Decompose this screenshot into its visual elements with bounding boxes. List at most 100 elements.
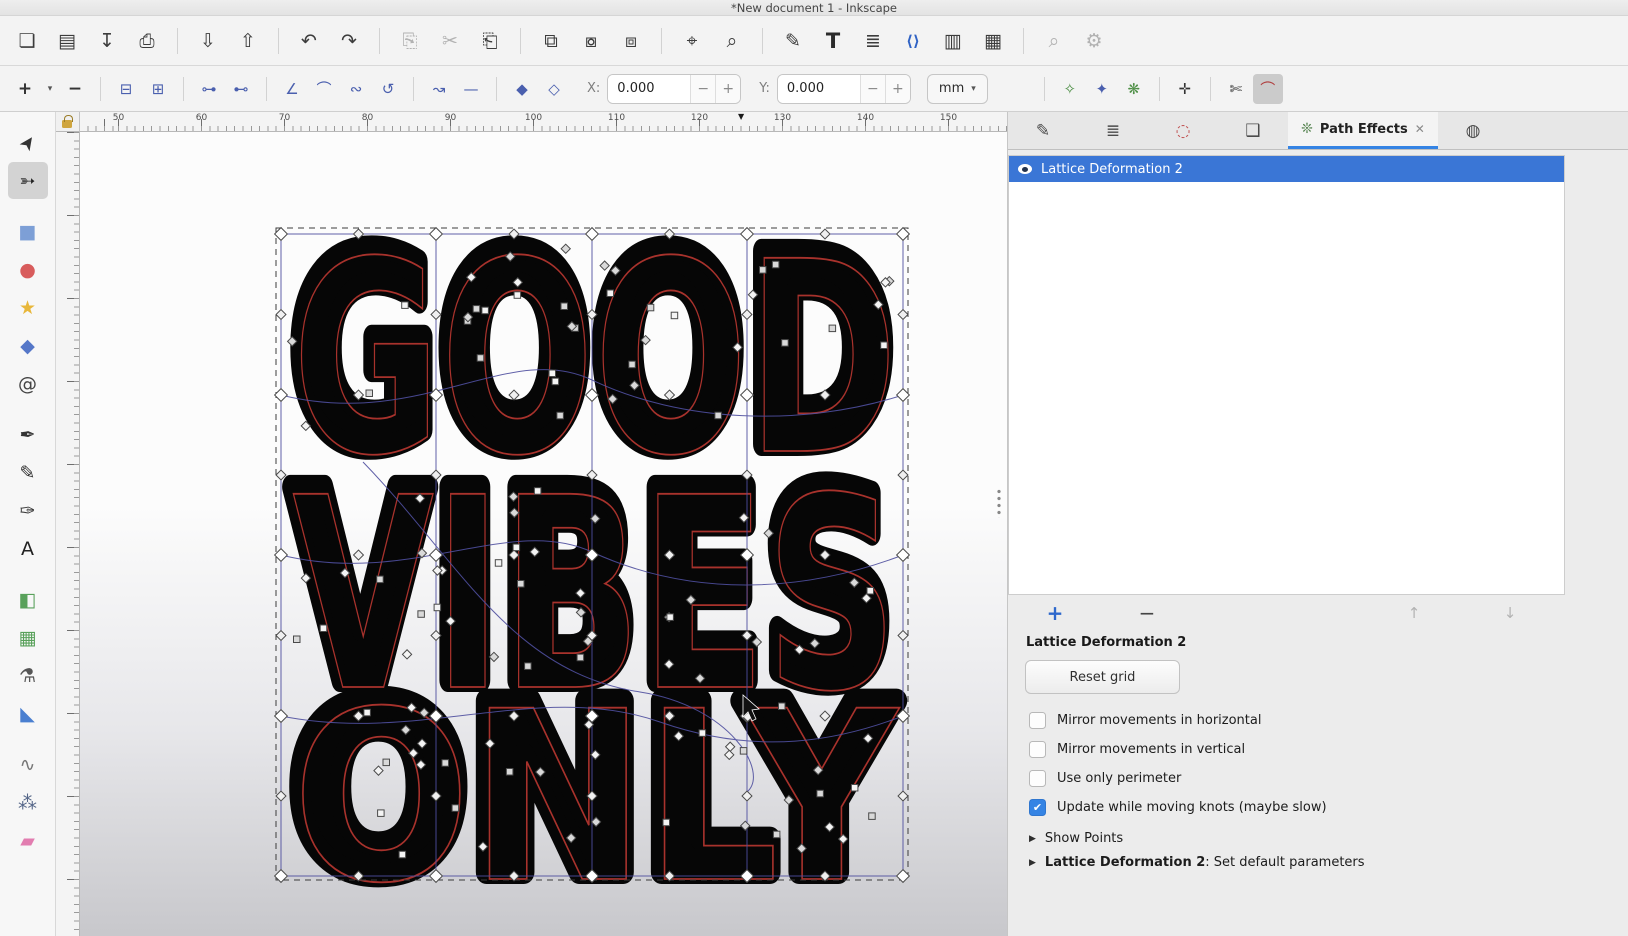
cut-button[interactable]: ✂ (431, 23, 469, 59)
break-node-button[interactable]: ⊟ (111, 74, 141, 104)
fill-stroke-dialog-button[interactable]: ✎ (774, 23, 812, 59)
align-dialog-button[interactable]: ▥ (934, 23, 972, 59)
group-button[interactable]: ⧈ (612, 23, 650, 59)
join-node-button[interactable]: ⊞ (143, 74, 173, 104)
checkbox[interactable]: ✔ (1029, 799, 1046, 816)
show-path-outline-button[interactable]: ⌒ (1253, 74, 1283, 104)
visibility-eye-icon[interactable] (1018, 164, 1032, 174)
dropper-tool-button[interactable]: ⚗ (8, 657, 48, 694)
print-document-button[interactable]: ⎙ (128, 23, 166, 59)
checkbox-row[interactable]: Mirror movements in vertical (1029, 735, 1628, 764)
show-points-expander[interactable]: ▶ Show Points (1029, 831, 1628, 846)
x-decrement-button[interactable]: − (690, 75, 715, 103)
layers-dialog-button[interactable]: ≣ (854, 23, 892, 59)
copy-button[interactable]: ⎘ (391, 23, 429, 59)
y-coordinate-input[interactable] (778, 75, 860, 103)
make-smooth-node-button[interactable]: ⌒ (309, 74, 339, 104)
stroke-to-path-button[interactable]: ◇ (539, 74, 569, 104)
preferences-button[interactable]: ⚙ (1075, 23, 1113, 59)
text-dialog-button[interactable]: T (814, 23, 852, 59)
path-effects-list[interactable]: Lattice Deformation 2 (1008, 155, 1565, 595)
box3d-tool-button[interactable]: ◆ (8, 327, 48, 364)
eraser-tool-button[interactable]: ▰ (8, 822, 48, 859)
star-tool-button[interactable]: ★ (8, 289, 48, 326)
show-transform-handles-button[interactable]: ✛ (1170, 74, 1200, 104)
insert-node-button[interactable]: + (10, 74, 40, 104)
drawing-svg[interactable]: GOOD VIBES ONLY GOOD VIBES ONLY GOOD (80, 132, 1007, 936)
tab-path-effects[interactable]: ❊ Path Effects ✕ (1288, 112, 1438, 149)
delete-node-button[interactable]: − (60, 74, 90, 104)
x-increment-button[interactable]: + (715, 75, 740, 103)
ellipse-tool-button[interactable]: ● (8, 251, 48, 288)
tab-fill-stroke[interactable]: ✎ (1008, 112, 1078, 149)
checkbox[interactable] (1029, 741, 1046, 758)
clone-button[interactable]: ⧇ (572, 23, 610, 59)
effect-list-selected-row[interactable]: Lattice Deformation 2 (1009, 156, 1564, 182)
line-to-curve-button[interactable]: ↝ (424, 74, 454, 104)
pen-tool-button[interactable]: ✒ (8, 416, 48, 453)
make-corner-node-button[interactable]: ∠ (277, 74, 307, 104)
show-bezier-handles-button[interactable]: ❋ (1119, 74, 1149, 104)
tweak-tool-button[interactable]: ∿ (8, 746, 48, 783)
y-increment-button[interactable]: + (885, 75, 910, 103)
y-decrement-button[interactable]: − (860, 75, 885, 103)
checkbox[interactable] (1029, 712, 1046, 729)
selector-tool-button[interactable]: ➤ (8, 124, 48, 161)
calligraphy-tool-button[interactable]: ✑ (8, 492, 48, 529)
dock-resize-grip[interactable] (996, 488, 1002, 518)
checkbox-row[interactable]: ✔Update while moving knots (maybe slow) (1029, 793, 1628, 822)
zoom-drawing-button[interactable]: ⌕ (713, 23, 751, 59)
rectangle-tool-button[interactable]: ■ (8, 213, 48, 250)
mesh-gradient-tool-button[interactable]: ▦ (8, 619, 48, 656)
object-to-path-button[interactable]: ◆ (507, 74, 537, 104)
vertical-ruler[interactable] (56, 132, 80, 936)
horizontal-ruler[interactable]: 5060708090100110120130140150 ▼ (80, 112, 1007, 132)
x-coordinate-input[interactable] (608, 75, 690, 103)
cut-path-button[interactable]: ✄ (1221, 74, 1251, 104)
undo-button[interactable]: ↶ (290, 23, 328, 59)
import-document-button[interactable]: ⇩ (189, 23, 227, 59)
rows-columns-dialog-button[interactable]: ▦ (974, 23, 1012, 59)
delete-segment-button[interactable]: ⊷ (226, 74, 256, 104)
save-document-button[interactable]: ↧ (88, 23, 126, 59)
reset-grid-button[interactable]: Reset grid (1025, 660, 1180, 694)
paste-button[interactable]: ⎗ (471, 23, 509, 59)
canvas[interactable]: GOOD VIBES ONLY GOOD VIBES ONLY GOOD (80, 132, 1007, 936)
checkbox-row[interactable]: Use only perimeter (1029, 764, 1628, 793)
spiral-tool-button[interactable]: @ (8, 365, 48, 402)
add-effect-button[interactable]: + (1038, 598, 1072, 628)
remove-effect-button[interactable]: − (1130, 598, 1164, 628)
set-defaults-expander[interactable]: ▶ Lattice Deformation 2: Set default par… (1029, 855, 1628, 870)
spray-tool-button[interactable]: ⁂ (8, 784, 48, 821)
move-effect-down-button[interactable]: ↓ (1493, 598, 1527, 628)
text-tool-button[interactable]: A (8, 530, 48, 567)
tab-objects[interactable]: ◌ (1148, 112, 1218, 149)
make-symmetric-node-button[interactable]: ∾ (341, 74, 371, 104)
edit-clipping-paths-button[interactable]: ✧ (1055, 74, 1085, 104)
open-document-button[interactable]: ▤ (48, 23, 86, 59)
new-document-button[interactable]: ❏ (8, 23, 46, 59)
make-auto-node-button[interactable]: ↺ (373, 74, 403, 104)
move-effect-up-button[interactable]: ↑ (1397, 598, 1431, 628)
insert-node-options-button[interactable]: ▾ (42, 74, 58, 104)
tab-layers[interactable]: ≣ (1078, 112, 1148, 149)
redo-button[interactable]: ↷ (330, 23, 368, 59)
pencil-tool-button[interactable]: ✎ (8, 454, 48, 491)
curve-to-line-button[interactable]: — (456, 74, 486, 104)
paint-bucket-tool-button[interactable]: ◣ (8, 695, 48, 732)
edit-masks-button[interactable]: ✦ (1087, 74, 1117, 104)
tab-trace-bitmap[interactable]: ◍ (1438, 112, 1508, 149)
duplicate-button[interactable]: ⧉ (532, 23, 570, 59)
join-with-segment-button[interactable]: ⊶ (194, 74, 224, 104)
xml-editor-button[interactable]: ⟨⟩ (894, 23, 932, 59)
close-icon[interactable]: ✕ (1415, 122, 1425, 136)
gradient-tool-button[interactable]: ◧ (8, 581, 48, 618)
node-tool-button[interactable]: ➳ (8, 162, 48, 199)
find-button[interactable]: ⌕ (1035, 23, 1073, 59)
checkbox[interactable] (1029, 770, 1046, 787)
unit-dropdown[interactable]: mm ▾ (927, 74, 988, 104)
export-document-button[interactable]: ⇧ (229, 23, 267, 59)
zoom-selection-button[interactable]: ⌖ (673, 23, 711, 59)
tab-document-properties[interactable]: ❑ (1218, 112, 1288, 149)
checkbox-row[interactable]: Mirror movements in horizontal (1029, 706, 1628, 735)
